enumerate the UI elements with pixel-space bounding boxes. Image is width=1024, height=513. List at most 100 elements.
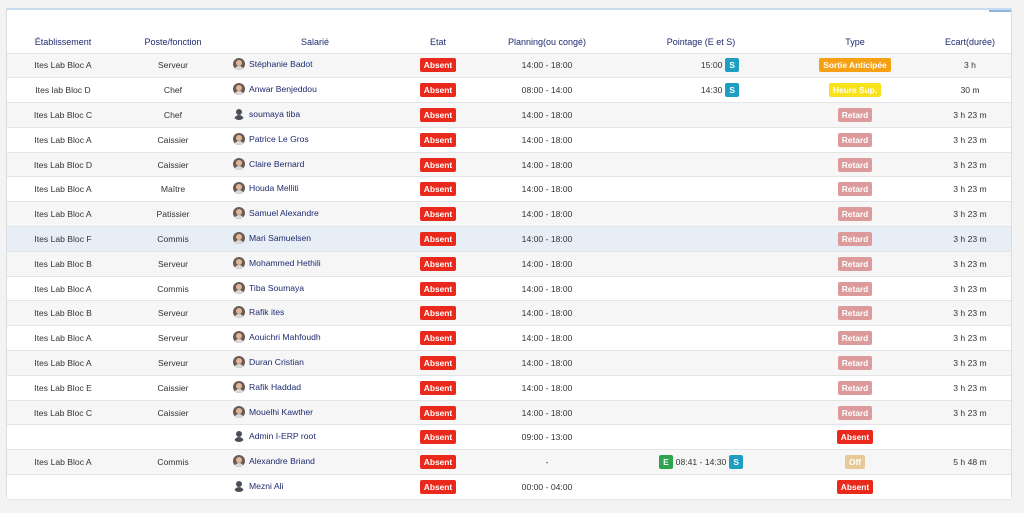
cell-etat: Absent bbox=[403, 226, 473, 252]
col-header-etablissement[interactable]: Établissement bbox=[7, 32, 119, 54]
table-row[interactable]: Ites Lab Bloc D Caissier Claire Bernard Abs… bbox=[7, 152, 1011, 178]
employee-link[interactable]: Claire Bernard bbox=[233, 157, 304, 170]
employee-name[interactable]: Tiba Soumaya bbox=[249, 283, 304, 293]
employee-link[interactable]: Samuel Alexandre bbox=[233, 207, 319, 220]
col-header-pointage[interactable]: Pointage (E et S) bbox=[621, 32, 781, 54]
cell-ecart: 3 h 23 m bbox=[929, 176, 1011, 203]
table-row[interactable]: Ites Lab Bloc C Chef soumaya tiba Absent 14:… bbox=[7, 102, 1011, 128]
avatar bbox=[233, 331, 245, 344]
employee-name[interactable]: Admin I-ERP root bbox=[249, 431, 316, 441]
table-row[interactable]: Ites Lab Bloc A Commis Tiba Soumaya Absent 1… bbox=[7, 276, 1011, 302]
cell-salarie: Rafik ites bbox=[227, 300, 403, 327]
table-row[interactable]: Ites Lab Bloc B Serveur Rafik ites Absent 14… bbox=[7, 300, 1011, 327]
status-badge: Absent bbox=[419, 231, 457, 246]
table-row[interactable]: Ites Lab Bloc A Maître Houda Melliti Absent… bbox=[7, 176, 1011, 203]
table-row[interactable]: Ites Lab Bloc C Caissier Mouelhi Kawther Ab… bbox=[7, 400, 1011, 426]
avatar bbox=[233, 182, 245, 195]
employee-link[interactable]: soumaya tiba bbox=[233, 108, 300, 120]
cell-etat: Absent bbox=[403, 201, 473, 228]
employee-link[interactable]: Mari Samuelsen bbox=[233, 231, 311, 244]
employee-name[interactable]: Stéphanie Badot bbox=[249, 59, 313, 69]
employee-link[interactable]: Tiba Soumaya bbox=[233, 281, 304, 294]
cell-etat: Absent bbox=[403, 325, 473, 352]
employee-name[interactable]: Rafik Haddad bbox=[249, 382, 301, 392]
col-header-ecart[interactable]: Ecart(durée) bbox=[929, 32, 1011, 54]
col-header-salarie[interactable]: Salarié bbox=[227, 32, 403, 54]
pointage-time: 14:30 bbox=[700, 85, 723, 96]
type-badge: Retard bbox=[837, 231, 873, 246]
employee-name[interactable]: Patrice Le Gros bbox=[249, 134, 309, 144]
type-badge: Off bbox=[844, 455, 866, 470]
table-row[interactable]: Ites Lab Bloc A Caissier Patrice Le Gros Ab… bbox=[7, 127, 1011, 153]
cell-etat: Absent bbox=[403, 102, 473, 128]
cell-planning: 14:00 - 18:00 bbox=[473, 127, 621, 153]
col-header-type[interactable]: Type bbox=[781, 32, 929, 54]
employee-name[interactable]: Rafik ites bbox=[249, 307, 284, 317]
cell-pointage bbox=[621, 325, 781, 352]
col-header-planning[interactable]: Planning(ou congé) bbox=[473, 32, 621, 54]
table-row[interactable]: Ites Lab Bloc A Serveur Aouichri Mahfoudh A… bbox=[7, 325, 1011, 352]
table-row[interactable]: Ites Lab Bloc B Serveur Mohammed Hethili Ab… bbox=[7, 251, 1011, 277]
employee-name[interactable]: Claire Bernard bbox=[249, 159, 304, 169]
cell-poste: Caissier bbox=[119, 127, 227, 153]
cell-ecart bbox=[929, 474, 1011, 500]
cell-salarie: Mari Samuelsen bbox=[227, 226, 403, 252]
employee-link[interactable]: Stéphanie Badot bbox=[233, 58, 313, 71]
cell-etat: Absent bbox=[403, 300, 473, 327]
employee-name[interactable]: Mezni Ali bbox=[249, 481, 283, 491]
cell-salarie: Claire Bernard bbox=[227, 152, 403, 178]
table-row[interactable]: Ites Lab Bloc F Commis Mari Samuelsen Absen… bbox=[7, 226, 1011, 252]
employee-link[interactable]: Mohammed Hethili bbox=[233, 256, 321, 269]
employee-name[interactable]: Alexandre Briand bbox=[249, 456, 315, 466]
employee-link[interactable]: Patrice Le Gros bbox=[233, 132, 309, 145]
type-badge: Absent bbox=[836, 479, 874, 494]
table-header-row: Établissement Poste/fonction Salarié Eta… bbox=[7, 32, 1011, 54]
cell-poste: Chef bbox=[119, 77, 227, 104]
status-badge: Absent bbox=[419, 83, 457, 98]
cell-pointage bbox=[621, 400, 781, 426]
table-row[interactable]: Ites Lab Bloc A Serveur Stéphanie Badot Abs… bbox=[7, 53, 1011, 79]
cell-type: Absent bbox=[781, 474, 929, 500]
cell-type: Retard bbox=[781, 226, 929, 252]
employee-name[interactable]: Samuel Alexandre bbox=[249, 208, 319, 218]
employee-link[interactable]: Alexandre Briand bbox=[233, 455, 315, 468]
cell-planning: 14:00 - 18:00 bbox=[473, 152, 621, 178]
employee-link[interactable]: Mezni Ali bbox=[233, 480, 283, 492]
col-header-etat[interactable]: Etat bbox=[403, 32, 473, 54]
col-header-poste[interactable]: Poste/fonction bbox=[119, 32, 227, 54]
employee-name[interactable]: Duran Cristian bbox=[249, 357, 304, 367]
table-row[interactable]: Admin I-ERP root Absent 09:00 - 13:00 Absen… bbox=[7, 424, 1011, 451]
employee-name[interactable]: Mari Samuelsen bbox=[249, 233, 311, 243]
employee-link[interactable]: Aouichri Mahfoudh bbox=[233, 331, 321, 344]
employee-name[interactable]: Aouichri Mahfoudh bbox=[249, 332, 321, 342]
cell-etat: Absent bbox=[403, 474, 473, 500]
table-row[interactable]: Ites Lab Bloc E Caissier Rafik Haddad Absen… bbox=[7, 375, 1011, 401]
employee-link[interactable]: Duran Cristian bbox=[233, 355, 304, 368]
employee-name[interactable]: Mouelhi Kawther bbox=[249, 407, 313, 417]
employee-name[interactable]: Mohammed Hethili bbox=[249, 258, 321, 268]
employee-link[interactable]: Anwar Benjeddou bbox=[233, 83, 317, 96]
table-row[interactable]: Mezni Ali Absent 00:00 - 04:00 Absent bbox=[7, 474, 1011, 500]
type-badge: Retard bbox=[837, 107, 873, 122]
type-badge: Retard bbox=[837, 256, 873, 271]
status-badge: Absent bbox=[419, 207, 457, 222]
employee-link[interactable]: Houda Melliti bbox=[233, 182, 299, 195]
table-row[interactable]: Ites lab Bloc D Chef Anwar Benjeddou Absent… bbox=[7, 77, 1011, 104]
cell-type: Off bbox=[781, 449, 929, 476]
type-badge: Retard bbox=[837, 281, 873, 296]
employee-link[interactable]: Mouelhi Kawther bbox=[233, 405, 313, 418]
employee-name[interactable]: Houda Melliti bbox=[249, 183, 299, 193]
employee-name[interactable]: soumaya tiba bbox=[249, 109, 300, 119]
cell-planning: 14:00 - 18:00 bbox=[473, 325, 621, 352]
employee-link[interactable]: Rafik Haddad bbox=[233, 380, 301, 393]
employee-link[interactable]: Rafik ites bbox=[233, 306, 284, 319]
table-row[interactable]: Ites Lab Bloc A Patissier Samuel Alexandre… bbox=[7, 201, 1011, 228]
table-row[interactable]: Ites Lab Bloc A Commis Alexandre Briand Abs… bbox=[7, 449, 1011, 476]
employee-name[interactable]: Anwar Benjeddou bbox=[249, 84, 317, 94]
table-row[interactable]: Ites Lab Bloc A Serveur Duran Cristian Abse… bbox=[7, 350, 1011, 376]
employee-link[interactable]: Admin I-ERP root bbox=[233, 430, 316, 443]
user-icon bbox=[233, 108, 245, 120]
cell-type: Sortie Anticipée bbox=[781, 53, 929, 79]
cell-poste: Commis bbox=[119, 226, 227, 252]
status-badge: Absent bbox=[419, 256, 457, 271]
